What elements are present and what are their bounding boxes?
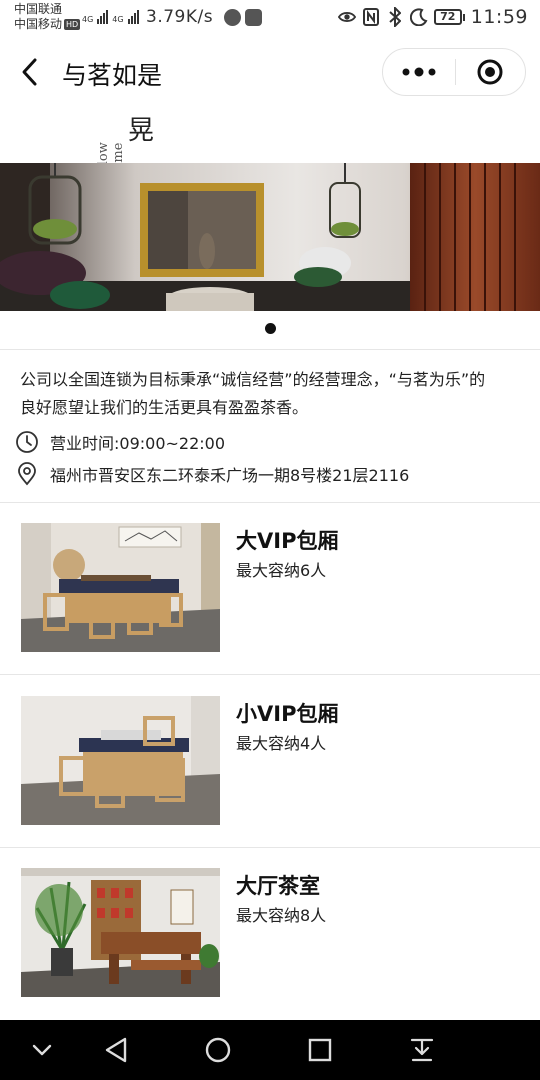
business-hours: 营业时间:09:00~22:00 — [50, 434, 226, 453]
moon-icon — [409, 8, 428, 26]
signal-bars-icon — [127, 8, 139, 24]
room-card[interactable]: 小VIP包厢 最大容纳4人 — [0, 696, 540, 868]
battery-icon: 72 — [433, 9, 465, 25]
notification-app-icon — [224, 9, 241, 26]
room-photo — [21, 868, 220, 997]
chevron-left-icon — [22, 58, 37, 86]
system-navigation-bar — [0, 1020, 540, 1080]
notification-pull-button[interactable] — [406, 1034, 438, 1066]
signal-bars-icon — [97, 8, 109, 24]
carrier-secondary: 中国移动 — [14, 17, 63, 31]
section-divider — [0, 349, 540, 350]
hd-badge: HD — [64, 19, 81, 30]
status-right: 72 11:59 — [337, 6, 528, 28]
target-circle-icon — [477, 59, 503, 85]
system-back-button[interactable] — [100, 1034, 132, 1066]
pull-down-icon — [410, 1038, 434, 1062]
network-type-1: 4G — [82, 15, 94, 24]
room-name: 小VIP包厢 — [236, 702, 339, 726]
triangle-back-icon — [105, 1037, 127, 1063]
business-hours-row: 营业时间:09:00~22:00 — [14, 429, 225, 455]
carrier-primary: 中国联通 — [14, 2, 63, 16]
nav-bar: 与茗如是 — [0, 40, 540, 104]
network-speed: 3.79K/s — [146, 7, 214, 27]
section-divider — [0, 674, 540, 675]
notification-app-icon — [245, 9, 262, 26]
pager-dot-active[interactable] — [264, 322, 276, 334]
store-address: 福州市晋安区东二环泰禾广场一期8号楼21层2116 — [50, 466, 410, 485]
battery-level: 72 — [433, 9, 462, 25]
hide-nav-button[interactable] — [26, 1034, 58, 1066]
brand-logo: slow time 晃 — [96, 106, 166, 172]
clock: 11:59 — [470, 6, 528, 28]
network-type-2: 4G — [112, 15, 124, 24]
carrier-info: 中国联通 中国移动 HD — [14, 2, 81, 32]
eye-icon — [337, 8, 356, 26]
signal-indicators: 4G 4G — [82, 8, 139, 24]
square-recents-icon — [308, 1038, 332, 1062]
bluetooth-icon — [386, 7, 404, 27]
system-recents-button[interactable] — [304, 1034, 336, 1066]
room-capacity: 最大容纳4人 — [236, 734, 327, 753]
room-card[interactable]: 大厅茶室 最大容纳8人 — [0, 868, 540, 1040]
status-bar: 中国联通 中国移动 HD 4G 4G 3.79K/s 72 11:59 — [0, 0, 540, 40]
section-divider — [0, 847, 540, 848]
logo-character: 晃 — [128, 116, 155, 146]
room-capacity: 最大容纳6人 — [236, 561, 327, 580]
location-pin-icon — [14, 461, 40, 487]
miniprogram-capsule — [382, 48, 526, 96]
back-button[interactable] — [12, 54, 48, 90]
banner-image[interactable] — [0, 163, 540, 311]
section-divider — [0, 502, 540, 503]
more-dots-icon — [402, 67, 436, 77]
system-home-button[interactable] — [202, 1034, 234, 1066]
notification-icons — [224, 9, 262, 26]
circle-home-icon — [205, 1037, 231, 1063]
room-photo — [21, 696, 220, 825]
room-capacity: 最大容纳8人 — [236, 906, 327, 925]
clock-icon — [14, 429, 40, 455]
room-photo — [21, 523, 220, 652]
more-button[interactable] — [383, 49, 455, 95]
room-card[interactable]: 大VIP包厢 最大容纳6人 — [0, 523, 540, 695]
room-name: 大VIP包厢 — [236, 529, 339, 553]
nfc-icon — [362, 8, 380, 26]
close-button[interactable] — [456, 49, 526, 95]
banner-pager — [0, 318, 540, 338]
address-row[interactable]: 福州市晋安区东二环泰禾广场一期8号楼21层2116 — [14, 461, 409, 487]
store-intro: 公司以全国连锁为目标秉承“诚信经营”的经营理念，“与茗为乐”的良好愿望让我们的生… — [20, 370, 486, 417]
chevron-down-icon — [32, 1044, 52, 1056]
page-title: 与茗如是 — [62, 61, 163, 90]
room-name: 大厅茶室 — [236, 874, 320, 898]
